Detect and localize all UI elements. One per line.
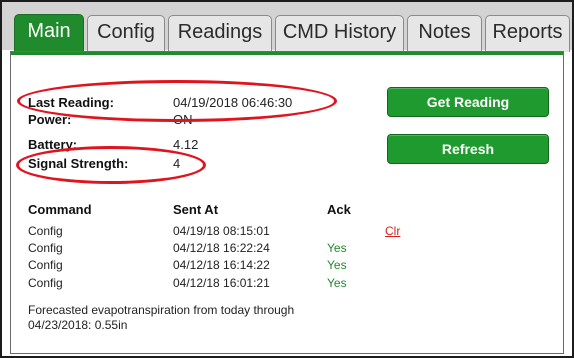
forecast-line-1: Forecasted evapotranspiration from today…	[28, 303, 295, 317]
battery-value: 4.12	[173, 137, 199, 152]
tab-cmd-history[interactable]: CMD History	[275, 15, 404, 52]
command-column-header: Command	[28, 202, 92, 217]
tab-main[interactable]: Main	[14, 14, 84, 52]
sent-at-cell: 04/12/18 16:01:21	[173, 276, 270, 290]
get-reading-button[interactable]: Get Reading	[387, 87, 549, 117]
forecast-text: Forecasted evapotranspiration from today…	[28, 303, 388, 333]
main-panel: Last Reading: 04/19/2018 06:46:30 Power:…	[10, 51, 564, 354]
tab-reports[interactable]: Reports	[485, 15, 570, 52]
ack-cell: Yes	[327, 258, 347, 272]
refresh-button[interactable]: Refresh	[387, 134, 549, 164]
command-cell: Config	[28, 258, 63, 272]
panel-accent-line	[11, 52, 563, 55]
tab-readings[interactable]: Readings	[168, 15, 272, 52]
ack-column-header: Ack	[327, 202, 351, 217]
app-window: Main Config Readings CMD History Notes R…	[0, 0, 574, 358]
command-cell: Config	[28, 224, 63, 238]
clear-link[interactable]: Clr	[385, 224, 400, 238]
signal-strength-highlight-ellipse	[16, 146, 206, 184]
ack-cell: Yes	[327, 276, 347, 290]
tab-config[interactable]: Config	[87, 15, 165, 52]
sent-at-column-header: Sent At	[173, 202, 219, 217]
command-cell: Config	[28, 241, 63, 255]
sent-at-cell: 04/12/18 16:22:24	[173, 241, 270, 255]
forecast-line-2: 04/23/2018: 0.55in	[28, 318, 128, 332]
command-cell: Config	[28, 276, 63, 290]
ack-cell: Yes	[327, 241, 347, 255]
tab-bar: Main Config Readings CMD History Notes R…	[2, 2, 572, 52]
sent-at-cell: 04/19/18 08:15:01	[173, 224, 270, 238]
sent-at-cell: 04/12/18 16:14:22	[173, 258, 270, 272]
last-reading-highlight-ellipse	[17, 80, 337, 122]
tab-notes[interactable]: Notes	[407, 15, 482, 52]
